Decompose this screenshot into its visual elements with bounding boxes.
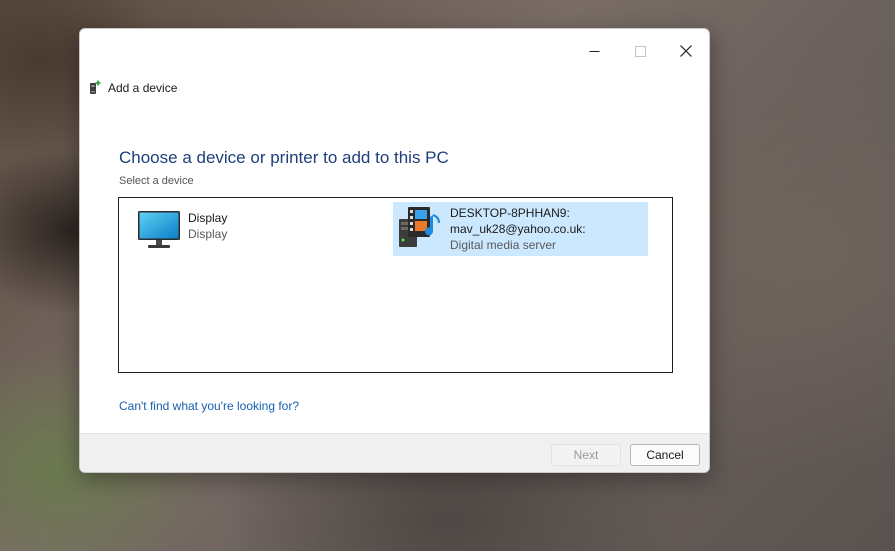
wizard-footer: Next Cancel <box>80 433 709 472</box>
page-title: Choose a device or printer to add to thi… <box>119 148 449 167</box>
maximize-button[interactable] <box>617 29 663 73</box>
wizard-header: Add a device <box>89 80 177 96</box>
cancel-button[interactable]: Cancel <box>630 444 700 466</box>
next-button[interactable]: Next <box>551 444 621 466</box>
device-name: Display <box>188 211 228 225</box>
device-name-line2: mav_uk28@yahoo.co.uk: <box>450 222 586 236</box>
close-button[interactable] <box>663 29 709 73</box>
device-list[interactable]: Display Display DESKTOP-8PHHAN9: mav_uk2… <box>118 197 673 373</box>
window-title: Add a device <box>108 81 178 95</box>
device-item-display[interactable]: Display Display <box>133 207 231 253</box>
minimize-button[interactable] <box>571 29 617 73</box>
media-server-icon <box>399 207 440 247</box>
device-type: Digital media server <box>450 238 557 252</box>
minimize-icon <box>589 50 599 52</box>
maximize-icon <box>634 45 646 57</box>
caption-controls <box>571 29 709 73</box>
add-device-icon <box>90 80 101 94</box>
add-device-window: Add a device Choose a device or printer … <box>79 28 710 473</box>
select-device-label: Select a device <box>119 175 194 187</box>
device-item-media-server[interactable]: DESKTOP-8PHHAN9: mav_uk28@yahoo.co.uk: D… <box>393 202 648 256</box>
close-icon <box>680 45 692 57</box>
monitor-icon <box>138 211 180 248</box>
cant-find-device-link[interactable]: Can't find what you're looking for? <box>119 399 299 413</box>
device-name-line1: DESKTOP-8PHHAN9: <box>450 206 570 220</box>
device-type: Display <box>188 227 228 241</box>
